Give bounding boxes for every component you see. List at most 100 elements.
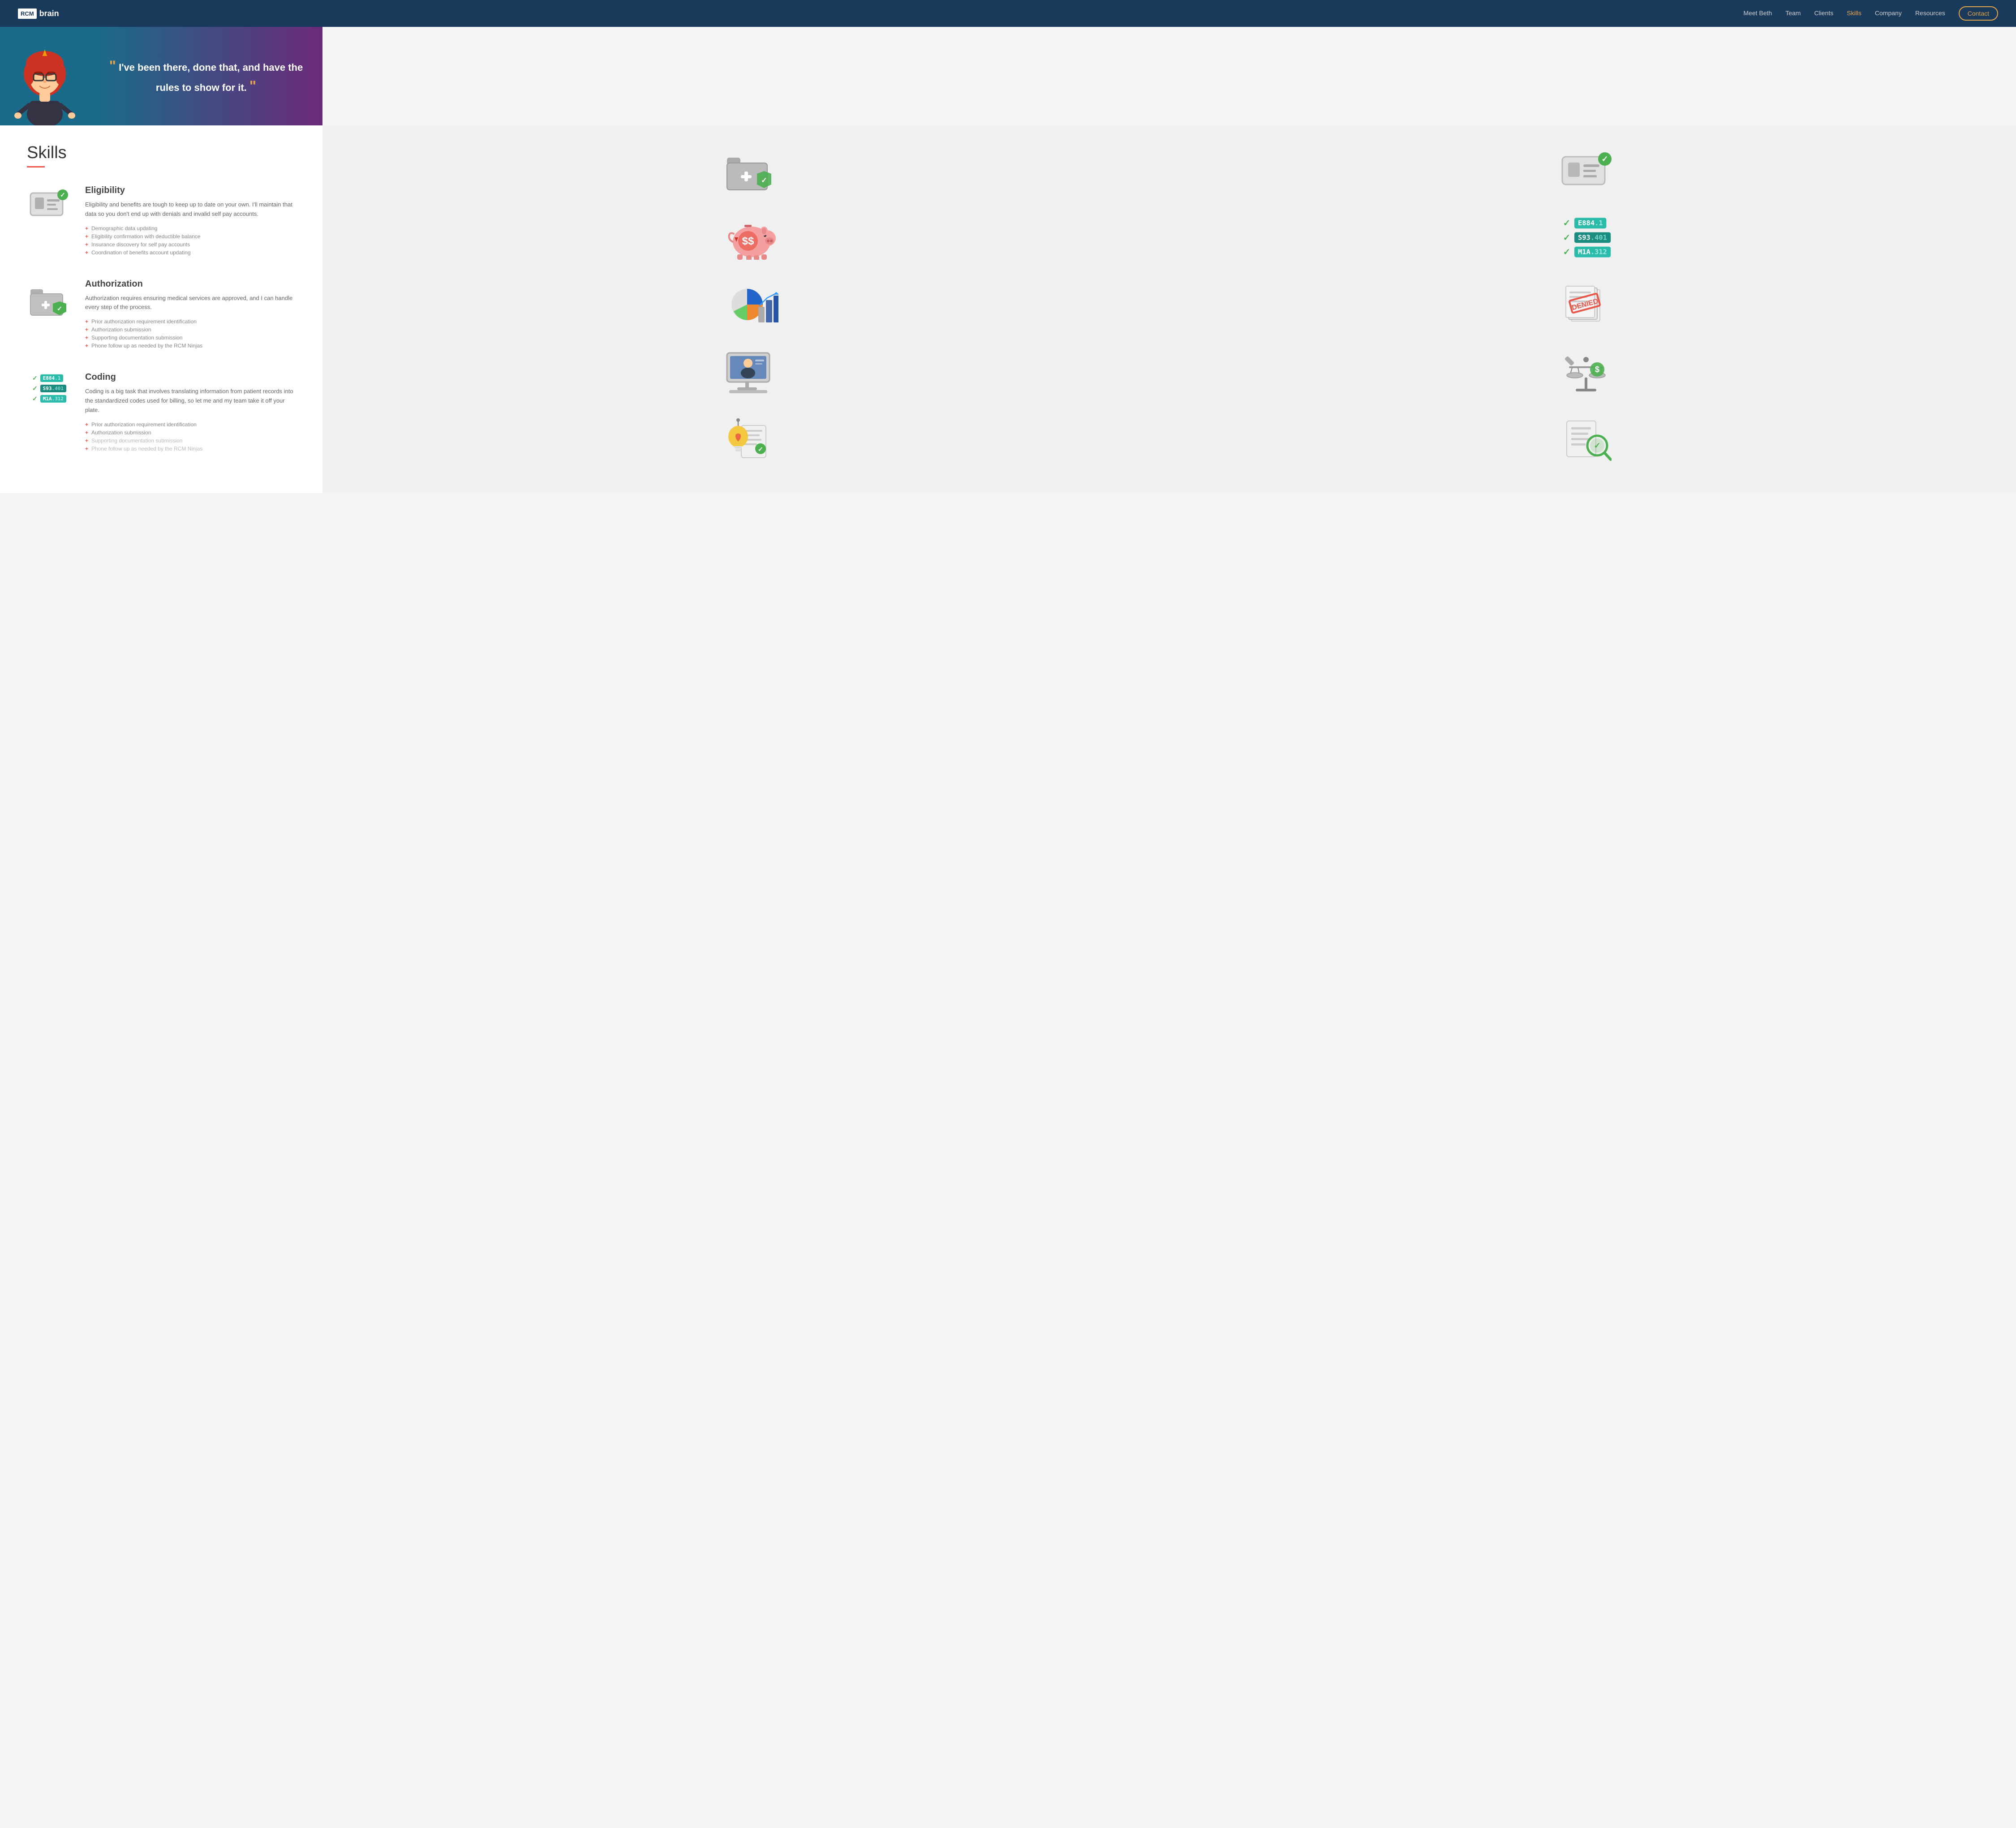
code-badge-large-3: ✓ M1A.312	[1563, 246, 1611, 257]
quote-content: I've been there, done that, and have the…	[119, 62, 303, 93]
right-icon-cell-lightbulb-report: ✓	[340, 412, 1163, 466]
right-icon-cell-denied: DENIED	[1176, 278, 1999, 331]
svg-text:✓: ✓	[758, 446, 763, 453]
check-icon-1: ✓	[32, 374, 38, 382]
list-item: Phone follow up as needed by the RCM Nin…	[85, 445, 296, 453]
title-underline	[27, 166, 45, 167]
svg-text:✓: ✓	[60, 191, 65, 198]
list-item: Coordination of benefits account updatin…	[85, 249, 296, 257]
nav-item-meet-beth[interactable]: Meet Beth	[1743, 9, 1772, 17]
navigation: RCM brain Meet Beth Team Clients Skills …	[0, 0, 2016, 27]
coding-icon: ✓ E884.1 ✓ S93.401 ✓ M1A.312	[27, 372, 72, 452]
authorization-title: Authorization	[85, 279, 296, 289]
auth-folder-large-icon: ✓	[725, 148, 778, 193]
right-icon-cell-doc-magnifier: ✓	[1176, 412, 1999, 466]
logo[interactable]: RCM brain	[18, 9, 59, 19]
right-icon-cell-computer	[340, 345, 1163, 399]
document-magnifier-icon: ✓	[1562, 416, 1612, 461]
authorization-content: Authorization Authorization requires ens…	[85, 279, 296, 350]
authorization-description: Authorization requires ensuring medical …	[85, 294, 296, 313]
lightbulb-report-icon: ✓	[726, 416, 777, 461]
skill-item-coding: ✓ E884.1 ✓ S93.401 ✓ M1A.312 Coding Codi…	[27, 372, 296, 452]
coding-list: Prior authorization requirement identifi…	[85, 421, 296, 453]
computer-screen-icon	[725, 351, 778, 393]
nav-item-skills[interactable]: Skills	[1847, 9, 1861, 17]
logo-text: brain	[39, 9, 59, 18]
code-badge-3: ✓ M1A.312	[32, 395, 66, 403]
nav-item-clients[interactable]: Clients	[1814, 9, 1833, 17]
right-icon-cell-auth-folder: ✓	[340, 143, 1163, 197]
right-icon-cell-dollar-scale: $	[1176, 345, 1999, 399]
skill-item-eligibility: ✓ Eligibility Eligibility and benefits a…	[27, 185, 296, 257]
right-icon-cell-piggy: $$	[340, 210, 1163, 264]
svg-text:✓: ✓	[57, 305, 62, 312]
check-icon-3: ✓	[32, 395, 38, 403]
code-tag-m1a: M1A.312	[40, 395, 66, 403]
code-badge-1: ✓ E884.1	[32, 374, 66, 382]
nav-item-company[interactable]: Company	[1875, 9, 1902, 17]
list-item: Eligibility confirmation with deductible…	[85, 232, 296, 240]
code-badge-2: ✓ S93.401	[32, 385, 66, 392]
nav-contact-button[interactable]: Contact	[1959, 6, 1998, 21]
eligibility-content: Eligibility Eligibility and benefits are…	[85, 185, 296, 257]
list-item: Authorization submission	[85, 429, 296, 437]
piggy-bank-icon: $$	[725, 215, 778, 260]
list-item: Prior authorization requirement identifi…	[85, 421, 296, 429]
hero-quote: " I've been there, done that, and have t…	[90, 27, 322, 125]
list-item: Phone follow up as needed by the RCM Nin…	[85, 342, 296, 350]
check-icon-2: ✓	[32, 385, 38, 392]
denied-stamp-icon: DENIED	[1562, 284, 1612, 325]
authorization-icon: ✓	[27, 279, 72, 350]
code-tag-s93-large: S93.401	[1574, 232, 1611, 243]
svg-text:$: $	[1595, 365, 1599, 374]
hero-section: " I've been there, done that, and have t…	[0, 27, 322, 125]
list-item: Insurance discovery for self pay account…	[85, 240, 296, 249]
dollar-scale-icon: $	[1562, 351, 1612, 393]
right-panel: ✓ ✓	[322, 125, 2016, 493]
code-tag-s93: S93.401	[40, 385, 66, 392]
logo-box: RCM	[18, 9, 37, 19]
check-icon: ✓	[1563, 218, 1570, 228]
nav-links: Meet Beth Team Clients Skills Company Re…	[1743, 6, 1998, 21]
right-icon-cell-codes: ✓ E884.1 ✓ S93.401 ✓ M1A.312	[1176, 210, 1999, 264]
check-icon: ✓	[1563, 246, 1570, 257]
coding-title: Coding	[85, 372, 296, 382]
code-badge-large-1: ✓ E884.1	[1563, 218, 1611, 228]
list-item: Supporting documentation submission	[85, 334, 296, 342]
bar-chart-icon	[725, 282, 778, 327]
coding-badges: ✓ E884.1 ✓ S93.401 ✓ M1A.312	[32, 374, 66, 403]
code-tag-m1a-large: M1A.312	[1574, 246, 1611, 257]
hero-quote-text: " I've been there, done that, and have t…	[107, 56, 305, 96]
svg-text:✓: ✓	[761, 177, 767, 185]
svg-text:$$: $$	[742, 235, 754, 247]
list-item: Demographic data updating	[85, 224, 296, 232]
eligibility-title: Eligibility	[85, 185, 296, 196]
list-item: Authorization submission	[85, 326, 296, 334]
page-title: Skills	[27, 143, 296, 163]
right-icon-cell-chart	[340, 278, 1163, 331]
eligibility-icon: ✓	[27, 185, 72, 257]
eligibility-card-icon: ✓	[28, 188, 71, 219]
coding-content: Coding Coding is a big task that involve…	[85, 372, 296, 452]
close-quote-icon: "	[249, 78, 256, 94]
nav-item-resources[interactable]: Resources	[1915, 9, 1945, 17]
skill-item-authorization: ✓ Authorization Authorization requires e…	[27, 279, 296, 350]
authorization-list: Prior authorization requirement identifi…	[85, 318, 296, 350]
code-badges-large: ✓ E884.1 ✓ S93.401 ✓ M1A.312	[1563, 218, 1611, 257]
eligibility-list: Demographic data updating Eligibility co…	[85, 224, 296, 257]
svg-text:✓: ✓	[1602, 154, 1608, 163]
list-item: Supporting documentation submission	[85, 437, 296, 445]
nav-item-team[interactable]: Team	[1785, 9, 1801, 17]
check-icon: ✓	[1563, 232, 1570, 243]
left-panel: Skills ✓ Eligibility Eligibility and ben…	[0, 125, 322, 493]
hero-character	[0, 27, 90, 125]
coding-description: Coding is a big task that involves trans…	[85, 387, 296, 415]
code-badge-large-2: ✓ S93.401	[1563, 232, 1611, 243]
right-icon-cell-eligibility-id: ✓	[1176, 143, 1999, 197]
open-quote-icon: "	[109, 58, 116, 74]
page-wrapper: Skills ✓ Eligibility Eligibility and ben…	[0, 125, 2016, 493]
eligibility-description: Eligibility and benefits are tough to ke…	[85, 200, 296, 219]
beth-character-icon	[9, 36, 81, 125]
authorization-folder-icon: ✓	[28, 281, 71, 317]
svg-text:✓: ✓	[1594, 441, 1601, 450]
